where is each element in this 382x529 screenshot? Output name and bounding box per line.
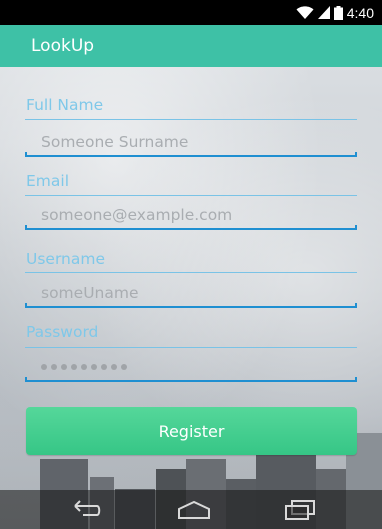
recents-icon xyxy=(285,500,315,520)
password-masked-value xyxy=(41,364,127,370)
full-name-label: Full Name xyxy=(26,96,104,114)
recents-button[interactable] xyxy=(280,497,320,523)
full-name-placeholder: Someone Surname xyxy=(41,133,189,151)
email-underline-tick-left xyxy=(25,225,27,230)
status-time: 4:40 xyxy=(346,4,374,21)
email-placeholder: someone@example.com xyxy=(41,206,233,224)
username-underline-tick-left xyxy=(25,303,27,308)
email-field[interactable]: someone@example.com xyxy=(25,204,357,230)
back-icon xyxy=(74,500,101,516)
back-button[interactable] xyxy=(64,497,104,523)
password-mask-dot xyxy=(71,364,77,370)
full-name-underline-tick-right xyxy=(355,152,357,157)
username-label-divider xyxy=(25,272,357,273)
password-underline-tick-right xyxy=(355,377,357,382)
username-field[interactable]: someUname xyxy=(25,282,357,308)
full-name-underline xyxy=(25,155,357,157)
email-underline-tick-right xyxy=(355,225,357,230)
home-button[interactable] xyxy=(174,497,214,523)
password-mask-dot xyxy=(91,364,97,370)
email-underline xyxy=(25,228,357,230)
password-mask-dot xyxy=(51,364,57,370)
password-mask-dot xyxy=(101,364,107,370)
password-underline xyxy=(25,380,357,382)
password-underline-tick-left xyxy=(25,377,27,382)
battery-icon xyxy=(333,5,343,20)
register-button[interactable]: Register xyxy=(26,407,357,455)
password-label-divider xyxy=(25,347,357,348)
app-bar: LookUp xyxy=(0,25,382,67)
password-mask-dot xyxy=(41,364,47,370)
cell-signal-icon xyxy=(317,6,330,19)
email-label-divider xyxy=(25,195,357,196)
password-mask-dot xyxy=(61,364,67,370)
username-placeholder: someUname xyxy=(41,284,139,302)
home-icon xyxy=(178,500,210,519)
register-screen: 4:40 LookUp Full Name Someone Surname Em… xyxy=(0,0,382,529)
status-bar: 4:40 xyxy=(0,0,382,25)
username-underline xyxy=(25,306,357,308)
password-mask-dot xyxy=(81,364,87,370)
full-name-label-divider xyxy=(25,119,357,120)
email-label: Email xyxy=(26,172,70,190)
navigation-bar xyxy=(0,490,382,529)
password-mask-dot xyxy=(121,364,127,370)
register-button-label: Register xyxy=(158,421,225,441)
wifi-icon xyxy=(296,5,314,19)
full-name-underline-tick-left xyxy=(25,152,27,157)
password-field[interactable] xyxy=(25,356,357,382)
password-mask-dot xyxy=(111,364,117,370)
full-name-field[interactable]: Someone Surname xyxy=(25,131,357,157)
password-label: Password xyxy=(26,323,99,341)
username-label: Username xyxy=(26,250,106,268)
app-title: LookUp xyxy=(31,36,95,56)
username-underline-tick-right xyxy=(355,303,357,308)
